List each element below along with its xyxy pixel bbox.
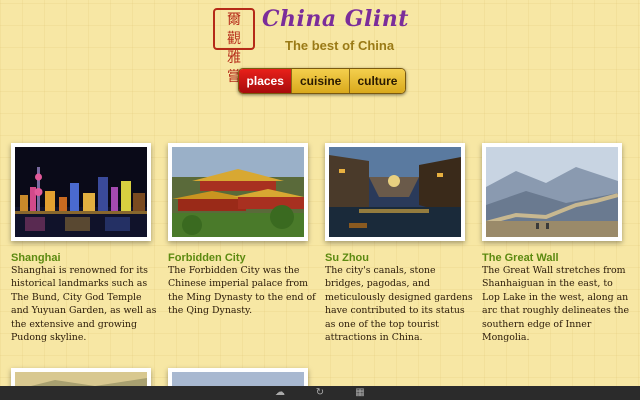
place-photo[interactable] bbox=[325, 143, 465, 241]
great-wall-image bbox=[486, 147, 618, 237]
tab-cuisine[interactable]: cuisine bbox=[291, 69, 349, 93]
place-title[interactable]: Shanghai bbox=[11, 252, 61, 264]
refresh-icon[interactable]: ↻ bbox=[314, 388, 326, 398]
place-description: The Forbidden City was the Chinese imper… bbox=[168, 265, 316, 317]
seal-glyph: 雅 bbox=[227, 50, 241, 66]
tagline: The best of China bbox=[285, 38, 395, 53]
header: 爾 觀 雅 嘗 China Glint The best of China bbox=[0, 0, 640, 85]
seal-logo: 爾 觀 雅 嘗 bbox=[213, 8, 255, 85]
place-title[interactable]: Su Zhou bbox=[325, 252, 369, 264]
place-photo[interactable] bbox=[168, 143, 308, 241]
brand-title: China Glint bbox=[262, 6, 409, 32]
seal-glyph: 爾 bbox=[227, 12, 241, 28]
place-photo[interactable] bbox=[482, 143, 622, 241]
place-description: The Great Wall stretches from Shanhaigua… bbox=[482, 265, 630, 344]
place-description: Shanghai is renowned for its historical … bbox=[11, 265, 157, 344]
seal-glyph: 觀 bbox=[227, 31, 241, 47]
category-tabs: places cuisine culture bbox=[238, 68, 406, 94]
place-title[interactable]: Forbidden City bbox=[168, 252, 246, 264]
place-description: The city's canals, stone bridges, pagoda… bbox=[325, 265, 473, 344]
bottom-toolbar: ☁ ↻ ▦ bbox=[0, 386, 640, 400]
grid-icon[interactable]: ▦ bbox=[354, 388, 366, 398]
su-zhou-canal-image bbox=[329, 147, 461, 237]
tab-places[interactable]: places bbox=[239, 69, 292, 93]
cloud-icon[interactable]: ☁ bbox=[274, 388, 286, 398]
shanghai-skyline-image bbox=[15, 147, 147, 237]
forbidden-city-image bbox=[172, 147, 304, 237]
tab-culture[interactable]: culture bbox=[348, 69, 405, 93]
place-photo[interactable] bbox=[11, 143, 151, 241]
place-title[interactable]: The Great Wall bbox=[482, 252, 559, 264]
